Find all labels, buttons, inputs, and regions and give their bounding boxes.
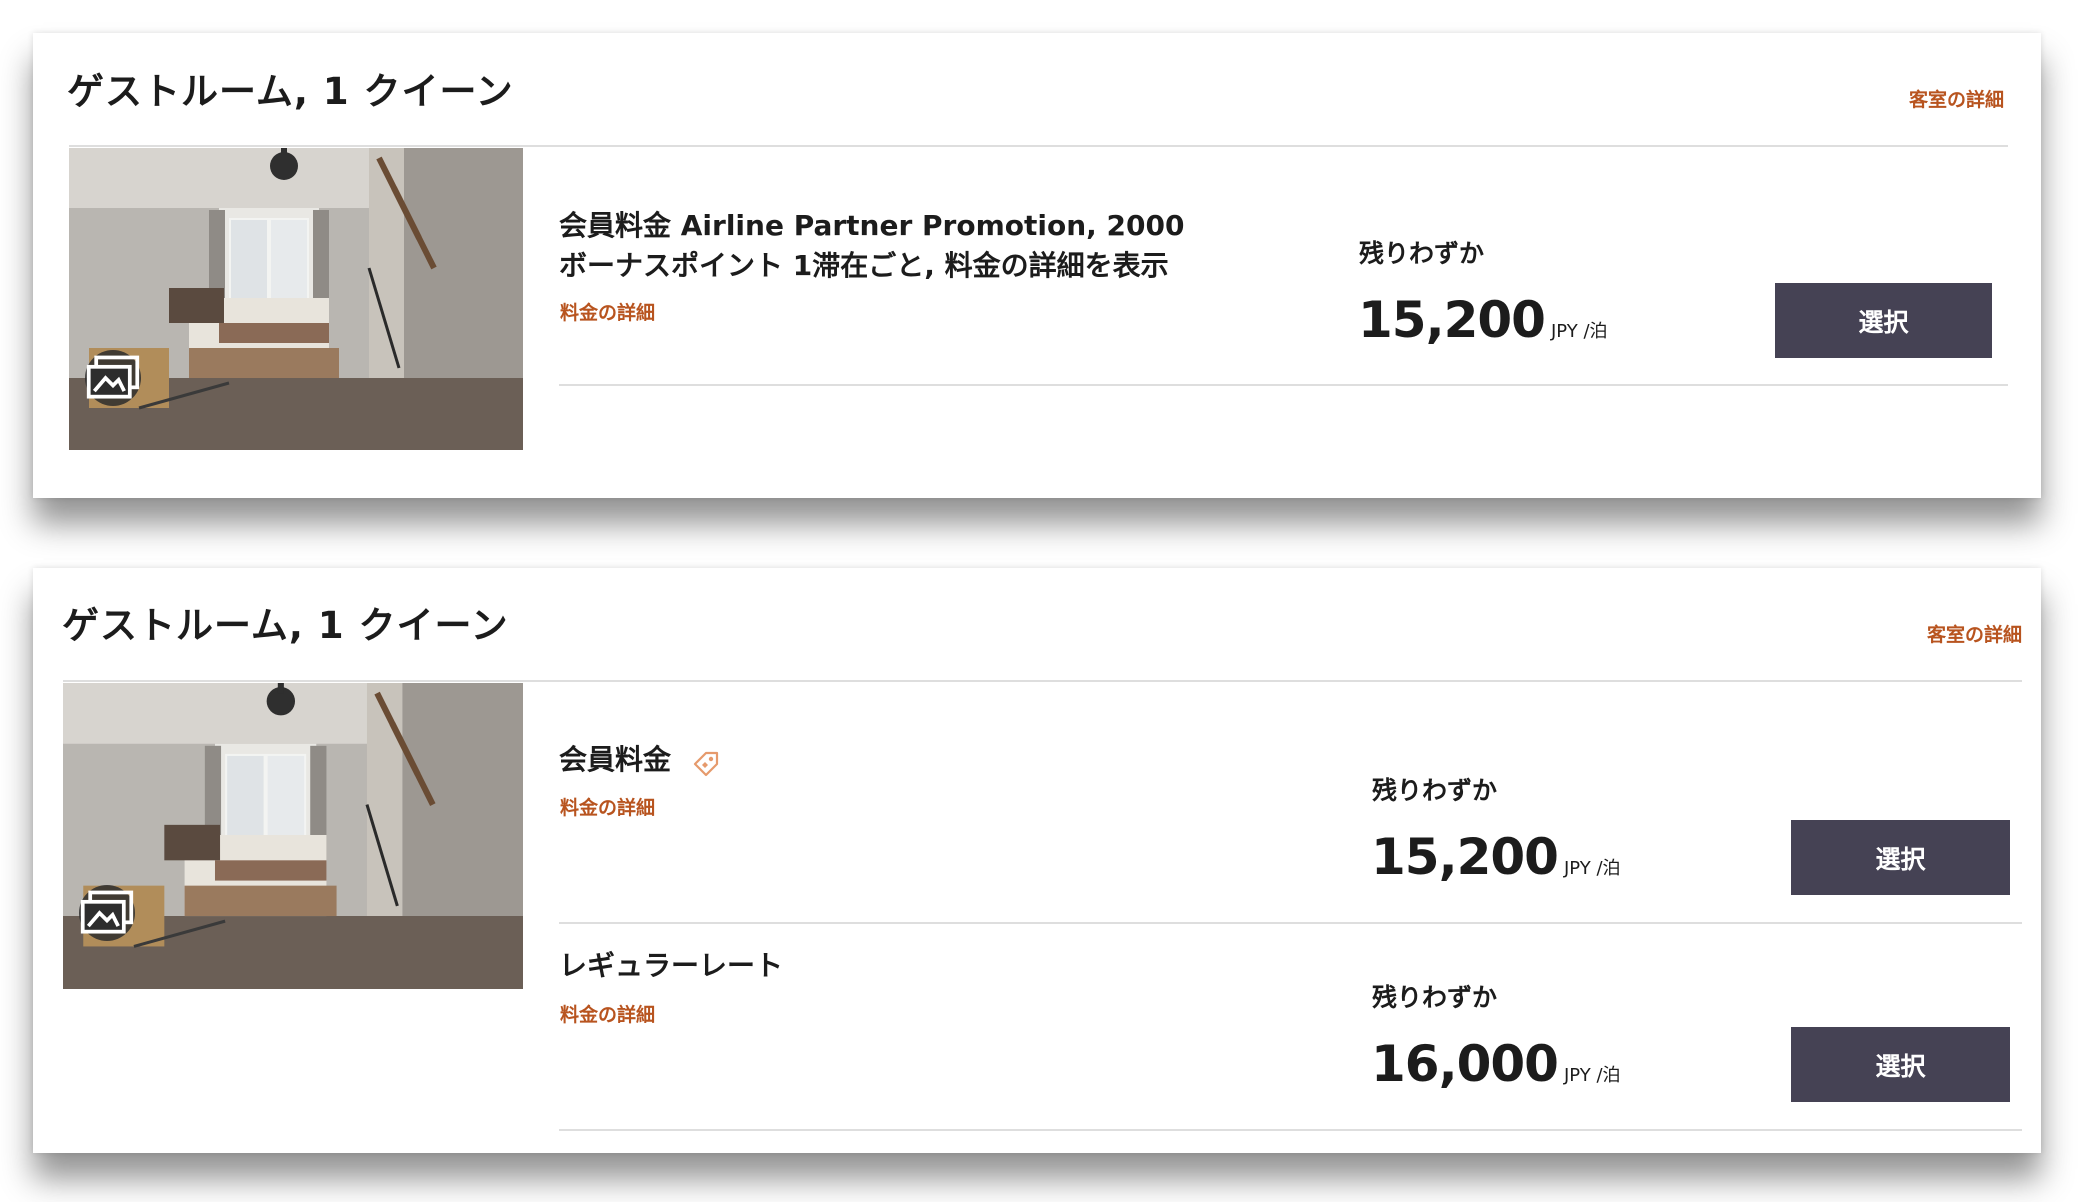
rate-details-link[interactable]: 料金の詳細 (560, 793, 655, 820)
rate-details-link[interactable]: 料金の詳細 (560, 298, 655, 325)
price-amount: 15,200 (1358, 291, 1546, 349)
room-photo[interactable] (69, 148, 523, 450)
divider (69, 145, 2008, 147)
price-unit: JPY /泊 (1563, 1065, 1621, 1086)
divider (559, 1129, 2022, 1131)
room-details-link[interactable]: 客室の詳細 (1927, 620, 2022, 647)
price-unit: JPY /泊 (1563, 858, 1621, 879)
room-details-link[interactable]: 客室の詳細 (1909, 85, 2004, 112)
room-card: ゲストルーム, 1 クイーン 客室の詳細 (33, 33, 2041, 498)
price-amount: 15,200 (1371, 828, 1559, 886)
gallery-icon (86, 355, 140, 399)
price: 15,200 JPY /泊 (1358, 291, 1608, 349)
divider (63, 680, 2022, 682)
price-amount: 16,000 (1371, 1035, 1559, 1093)
price-unit: JPY /泊 (1550, 321, 1608, 342)
gallery-button[interactable] (85, 350, 141, 406)
rate-name: 会員料金 (559, 743, 672, 776)
gallery-button[interactable] (79, 885, 135, 941)
room-card: ゲストルーム, 1 クイーン 客室の詳細 (33, 568, 2041, 1153)
gallery-icon (80, 890, 134, 934)
select-button[interactable]: 選択 (1791, 1027, 2010, 1102)
select-button[interactable]: 選択 (1791, 820, 2010, 895)
price: 16,000 JPY /泊 (1371, 1035, 1621, 1093)
divider (559, 922, 2022, 924)
room-photo[interactable] (63, 683, 523, 989)
availability-text: 残りわずか (1359, 239, 1485, 268)
rate-name: レギュラーレート (559, 949, 784, 982)
room-title: ゲストルーム, 1 クイーン (62, 604, 509, 647)
select-button[interactable]: 選択 (1775, 283, 1992, 358)
rate-name: 会員料金 Airline Partner Promotion, 2000 ボーナ… (559, 209, 1185, 282)
room-photo-image (63, 683, 523, 989)
rate-details-link[interactable]: 料金の詳細 (560, 1000, 655, 1027)
availability-text: 残りわずか (1372, 983, 1498, 1012)
room-title: ゲストルーム, 1 クイーン (67, 70, 514, 113)
price: 15,200 JPY /泊 (1371, 828, 1621, 886)
divider (559, 384, 2008, 386)
availability-text: 残りわずか (1372, 776, 1498, 805)
member-tag-icon (693, 751, 719, 777)
